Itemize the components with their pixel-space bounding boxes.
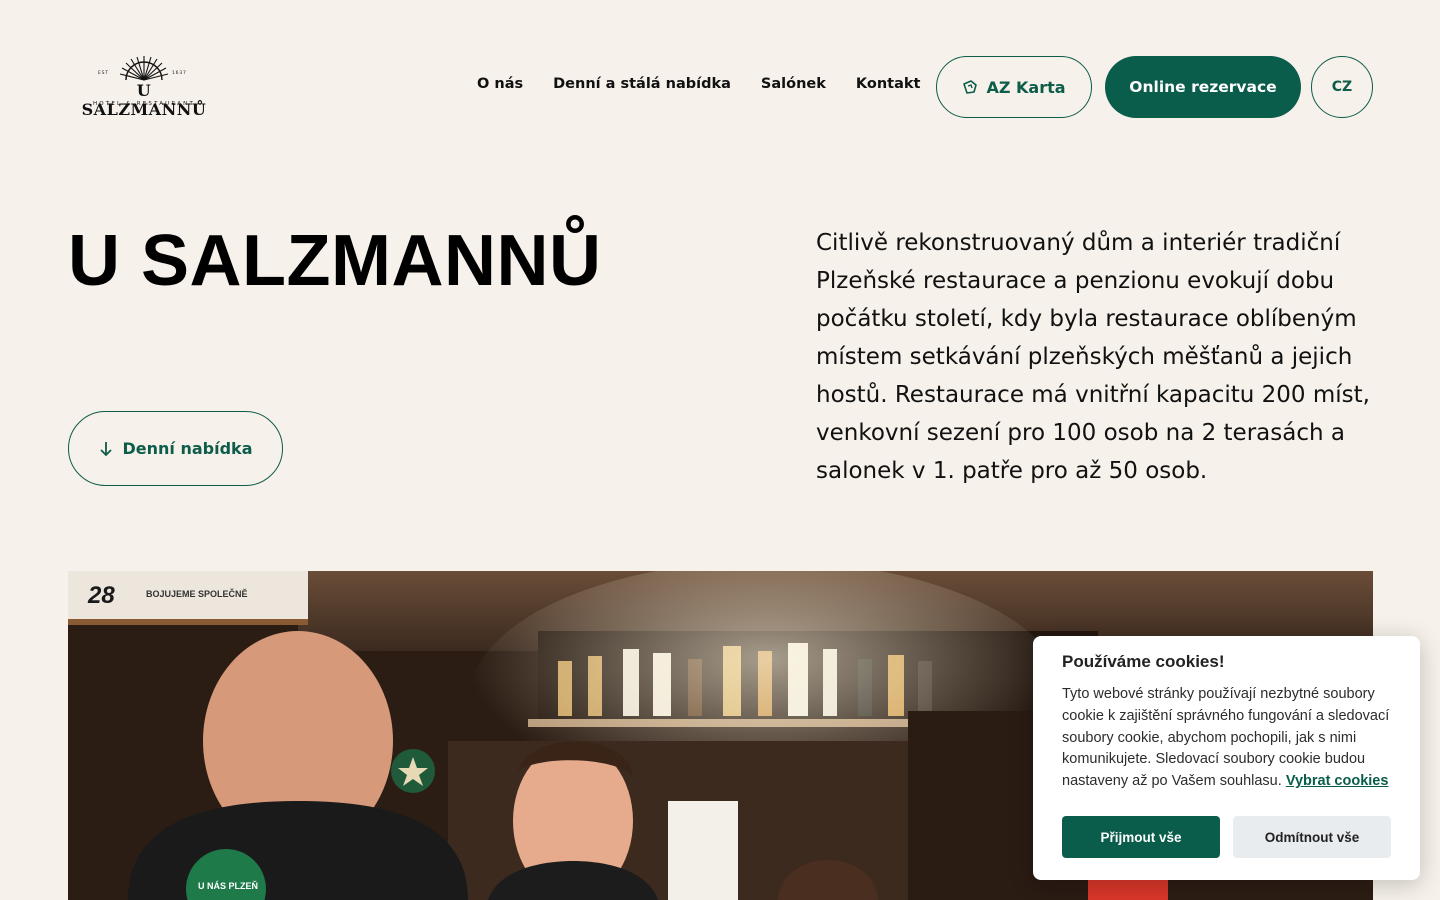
az-karta-label: AZ Karta — [986, 77, 1066, 97]
logo-est: EST — [98, 71, 109, 76]
arrow-down-icon — [99, 441, 112, 456]
nav-item-kontakt[interactable]: Kontakt — [856, 76, 921, 92]
nav-item-nabidka[interactable]: Denní a stálá nabídka — [553, 76, 731, 92]
online-reservation-label: Online rezervace — [1129, 78, 1277, 96]
cookie-dialog: Používáme cookies! Tyto webové stránky p… — [1033, 636, 1420, 880]
logo-wordmark: U SALZMANNŮ — [81, 81, 207, 119]
logo-year: 1637 — [172, 71, 187, 76]
az-karta-button[interactable]: AZ Karta — [936, 56, 1092, 118]
nav-item-salonek[interactable]: Salónek — [761, 76, 826, 92]
daily-menu-label: Denní nabídka — [122, 439, 253, 458]
sign-text: BOJUJEME SPOLEČNĚ — [146, 588, 248, 599]
language-label: CZ — [1331, 79, 1353, 95]
nav-item-o-nas[interactable]: O nás — [477, 76, 523, 92]
sign-number: 28 — [87, 582, 115, 609]
cookie-settings-link[interactable]: Vybrat cookies — [1286, 773, 1389, 789]
reject-all-button[interactable]: Odmítnout vše — [1233, 816, 1391, 858]
page-title: U SALZMANNŮ — [68, 221, 602, 301]
badge-text: U NÁS PLZEŇ — [198, 880, 258, 891]
accept-all-button[interactable]: Přijmout vše — [1062, 816, 1220, 858]
logo-subtitle: HOTEL & RESTAURANT — [92, 101, 196, 107]
card-icon — [963, 80, 978, 94]
cookie-text: Tyto webové stránky používají nezbytné s… — [1062, 684, 1402, 793]
daily-menu-button[interactable]: Denní nabídka — [68, 411, 283, 486]
main-navigation: O nás Denní a stálá nabídka Salónek Kont… — [477, 76, 920, 92]
language-switch-button[interactable]: CZ — [1311, 56, 1373, 118]
online-reservation-button[interactable]: Online rezervace — [1105, 56, 1301, 118]
cookie-title: Používáme cookies! — [1062, 652, 1225, 671]
logo[interactable]: EST 1637 U SALZMANNŮ HOTEL & RESTAURANT — [76, 54, 212, 119]
hero-description: Citlivě rekonstruovaný dům a interiér tr… — [816, 230, 1370, 484]
